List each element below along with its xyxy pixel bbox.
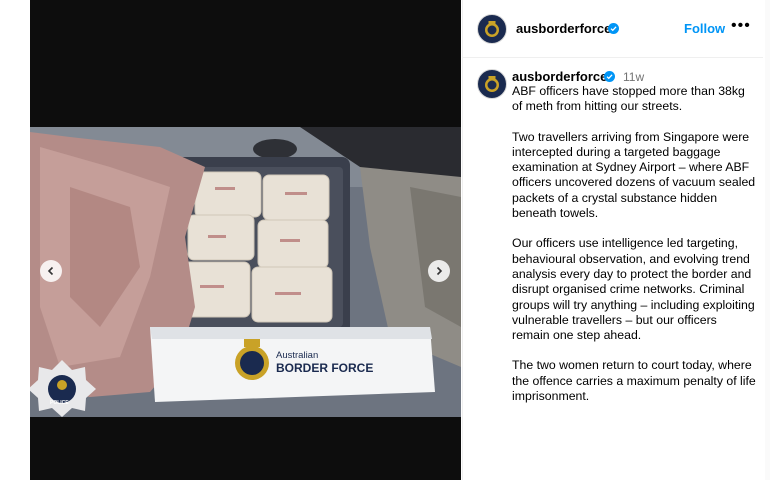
sign-line1: Australian xyxy=(276,350,319,361)
sign-line2: BORDER FORCE xyxy=(276,361,374,375)
next-image-button[interactable] xyxy=(428,260,450,282)
verified-badge-icon xyxy=(604,71,615,82)
post-caption: ABF officers have stopped more than 38kg… xyxy=(512,84,757,419)
caption-paragraph: ABF officers have stopped more than 38kg… xyxy=(512,84,745,114)
post-header: ausborderforce Follow ••• xyxy=(463,0,763,58)
avatar[interactable] xyxy=(477,14,507,44)
follow-button[interactable]: Follow xyxy=(684,21,725,36)
header-username[interactable]: ausborderforce xyxy=(516,21,611,36)
more-options-button[interactable]: ••• xyxy=(731,17,751,35)
caption-username[interactable]: ausborderforce xyxy=(512,69,607,84)
caption-paragraph: Two travellers arriving from Singapore w… xyxy=(512,129,756,221)
scrollbar[interactable] xyxy=(765,0,770,480)
police-badge-text: POLICE xyxy=(50,400,69,406)
abf-crest-icon xyxy=(485,76,499,92)
previous-image-button[interactable] xyxy=(40,260,62,282)
chevron-left-icon xyxy=(47,266,54,276)
photo-illustration xyxy=(30,127,461,417)
post-media: Australian BORDER FORCE POLICE xyxy=(30,0,461,480)
caption-avatar[interactable] xyxy=(477,69,507,99)
chevron-right-icon xyxy=(436,266,443,276)
page-margin xyxy=(0,0,30,480)
verified-badge-icon xyxy=(608,23,619,34)
caption-paragraph: Our officers use intelligence led target… xyxy=(512,236,755,343)
seizure-photo: Australian BORDER FORCE POLICE xyxy=(30,127,461,417)
caption-paragraph: The two women return to court today, whe… xyxy=(512,358,756,404)
post-side-panel: ausborderforce Follow ••• ausborderforce… xyxy=(462,0,770,480)
post-timestamp[interactable]: 11w xyxy=(623,70,644,84)
abf-crest-icon xyxy=(485,21,499,37)
sign-text: Australian BORDER FORCE xyxy=(276,350,373,375)
